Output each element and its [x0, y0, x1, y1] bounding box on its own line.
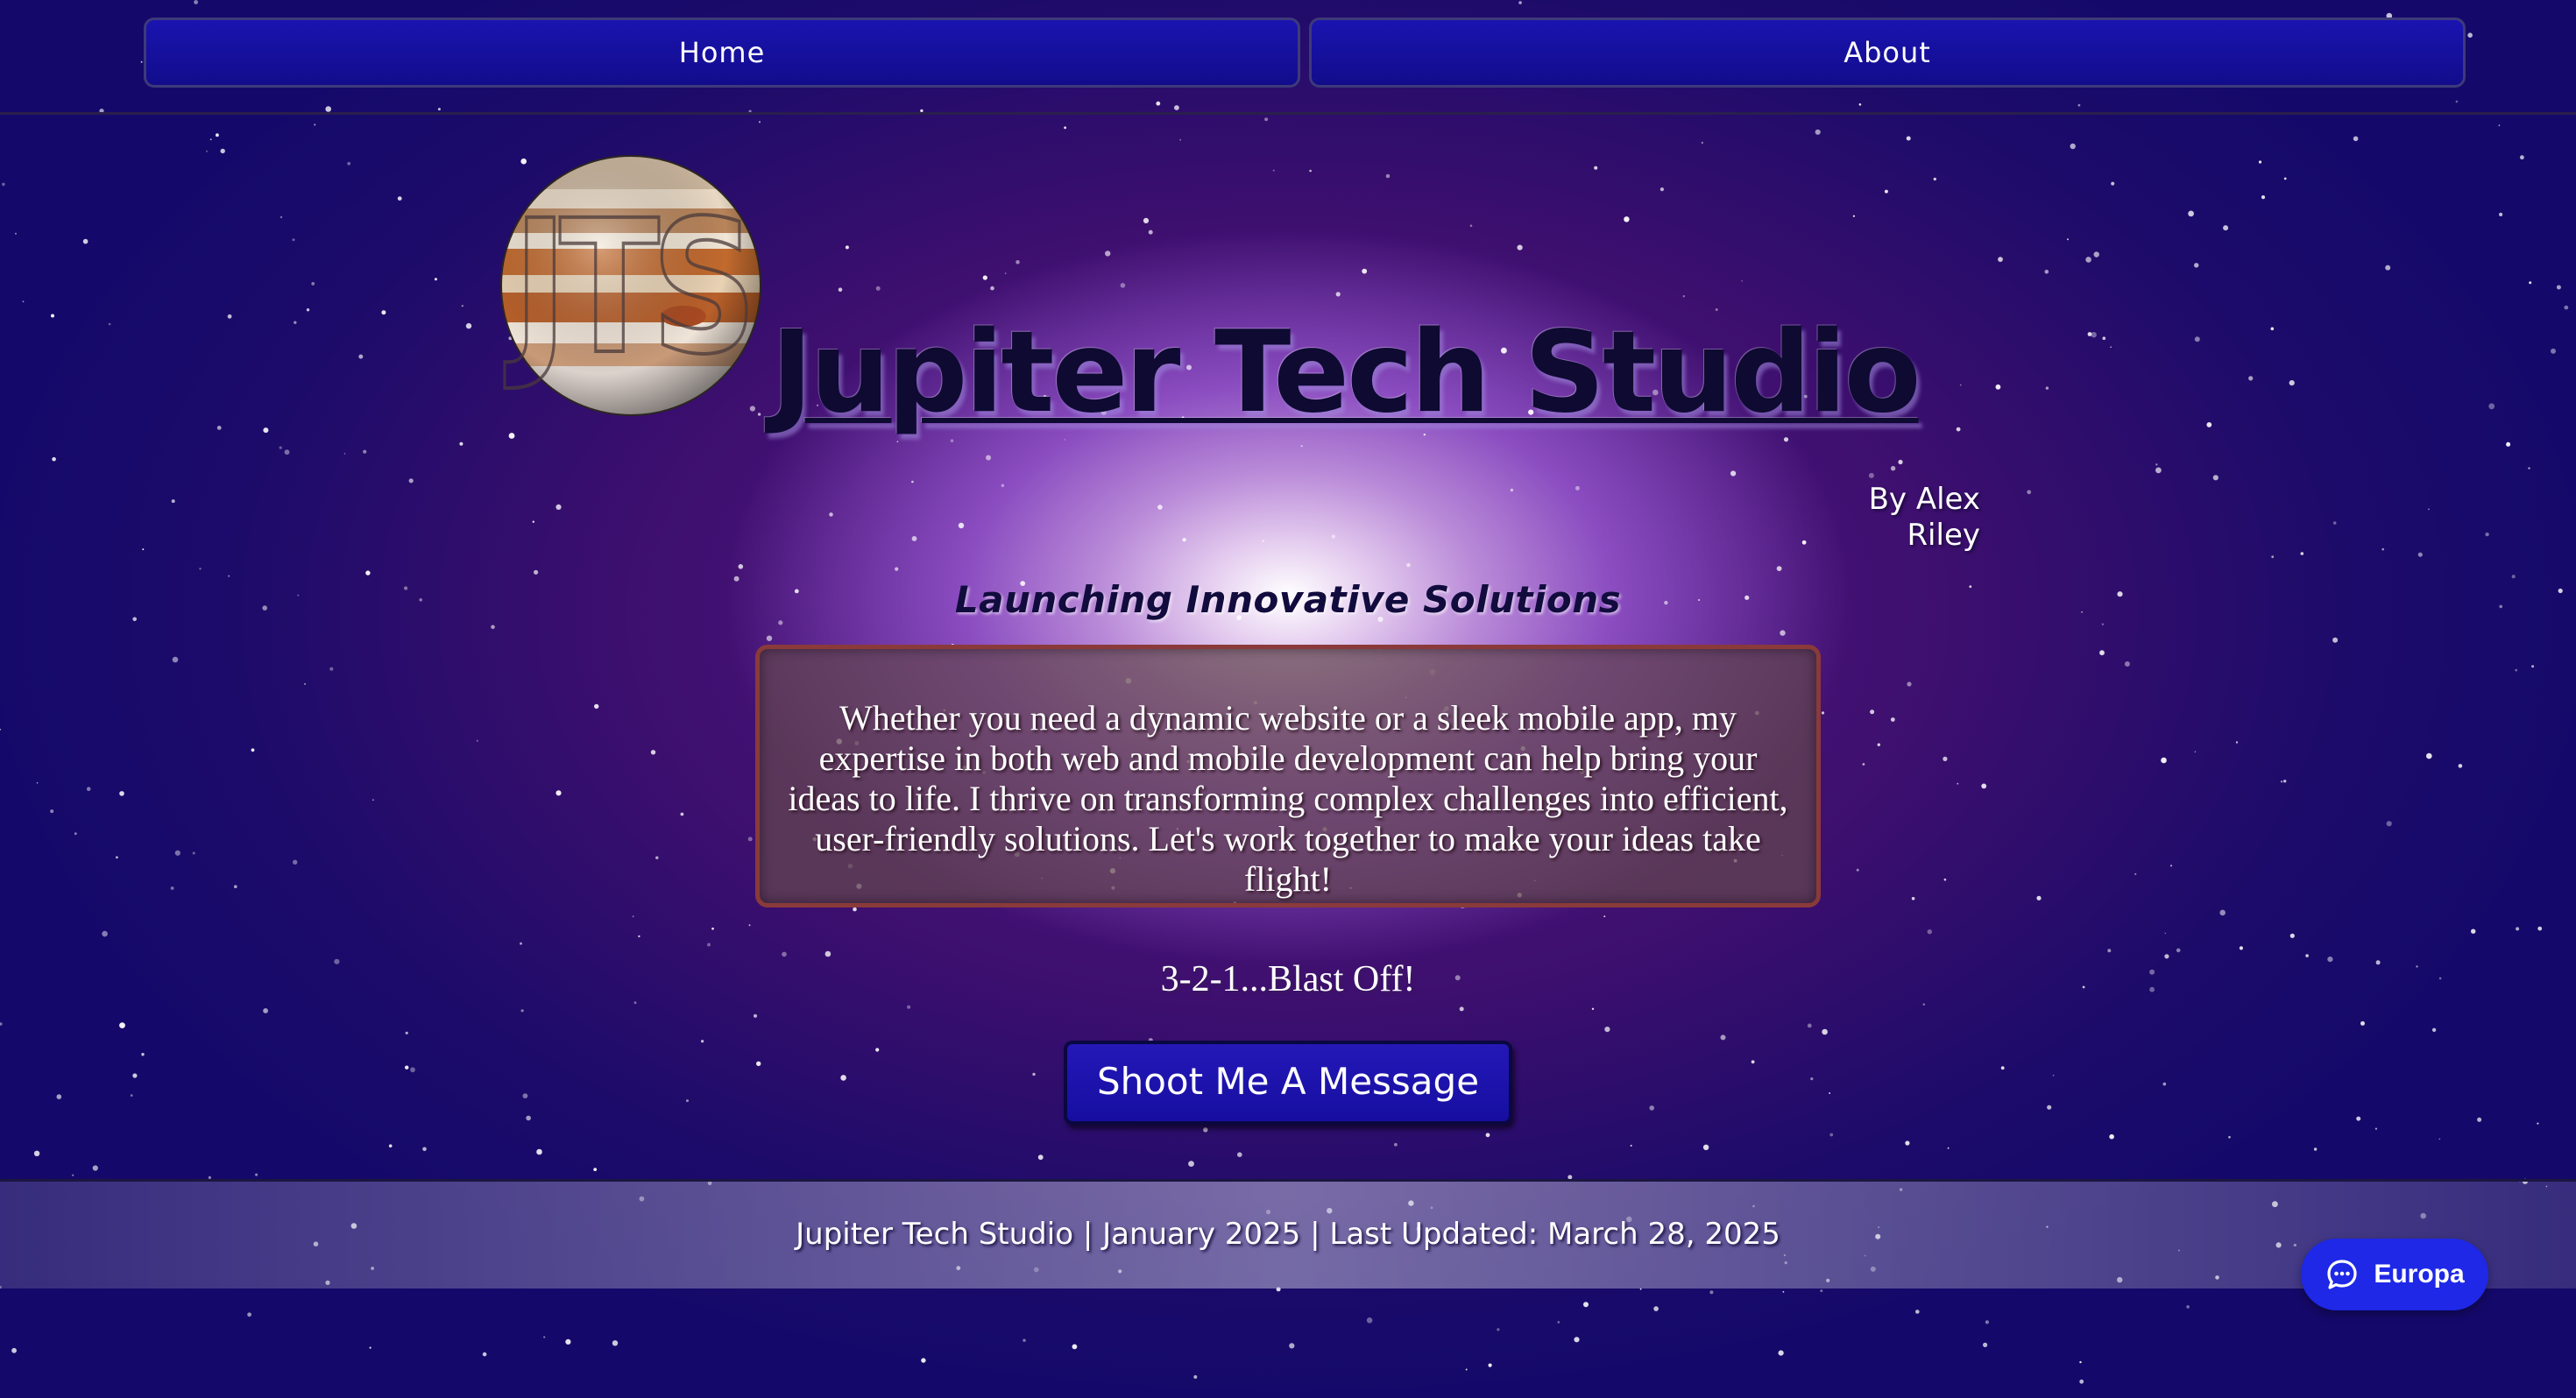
europa-chat-button[interactable]: Europa [2301, 1239, 2488, 1310]
nav-home-button[interactable]: Home [144, 18, 1300, 88]
footer-text: Jupiter Tech Studio | January 2025 | Las… [796, 1217, 1780, 1252]
chat-bubble-icon [2325, 1257, 2360, 1292]
about-description-text: Whether you need a dynamic website or a … [788, 698, 1788, 899]
tagline: Launching Innovative Solutions [954, 578, 1622, 621]
logo-letters: JTS [505, 180, 749, 395]
top-navigation: Home About [0, 0, 2576, 115]
shoot-message-button[interactable]: Shoot Me A Message [1064, 1041, 1512, 1125]
about-description-box: Whether you need a dynamic website or a … [755, 645, 1821, 907]
site-title: Jupiter Tech Studio [771, 307, 1921, 438]
jupiter-logo: JTS [500, 155, 761, 416]
nav-about-button[interactable]: About [1309, 18, 2466, 88]
footer: Jupiter Tech Studio | January 2025 | Las… [0, 1179, 2576, 1289]
chat-label: Europa [2374, 1260, 2465, 1289]
author-byline: By Alex Riley [1868, 482, 1980, 553]
countdown-text: 3-2-1...Blast Off! [1160, 959, 1416, 999]
